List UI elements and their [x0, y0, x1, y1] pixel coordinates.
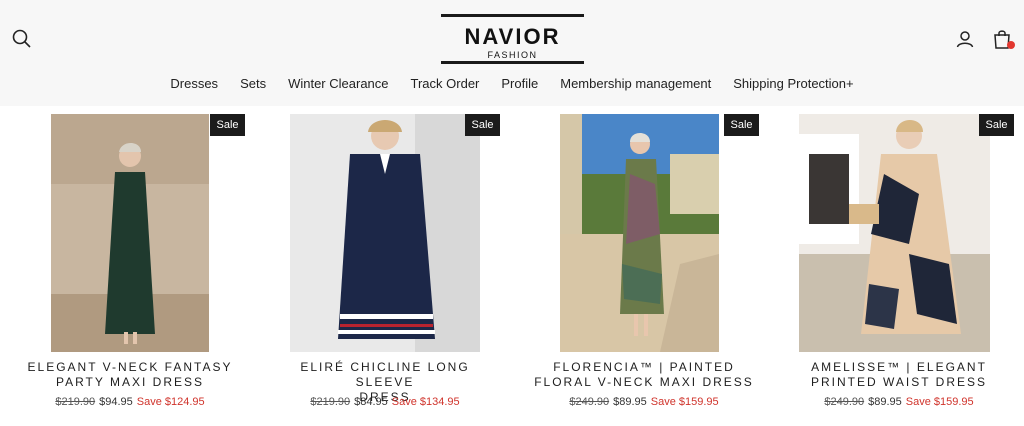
product-title-line-1: AMELISSE™ | ELEGANT [811, 360, 987, 374]
sale-badge: Sale [465, 114, 500, 136]
product-title-line-1: ELEGANT V-NECK FANTASY [27, 360, 233, 374]
user-icon[interactable] [954, 28, 976, 50]
logo-wordmark: NAVIOR [464, 24, 561, 49]
product-image[interactable] [290, 114, 480, 352]
nav-track-order[interactable]: Track Order [411, 76, 480, 94]
product-image[interactable] [51, 114, 209, 352]
savings-text: Save $124.95 [136, 396, 205, 408]
sale-price: $89.95 [868, 396, 902, 408]
original-price: $249.90 [569, 396, 610, 408]
savings-text: Save $159.95 [905, 396, 974, 408]
sale-price: $94.95 [99, 396, 133, 408]
search-icon[interactable] [11, 28, 33, 50]
shopping-bag-icon[interactable] [991, 28, 1015, 50]
product-card[interactable]: Sale AMELISSE™ | ELEGANT PRINTED WAIST D… [784, 114, 1014, 414]
product-title: AMELISSE™ | ELEGANT PRINTED WAIST DRESS [784, 360, 1014, 390]
product-card[interactable]: Sale FLORENCIA™ | PAINTED FLORAL V-NECK … [529, 114, 759, 414]
product-title-line-1: ELIRÉ CHICLINE LONG SLEEVE [300, 360, 470, 389]
nav-membership-management[interactable]: Membership management [560, 76, 711, 94]
savings-text: Save $134.95 [391, 396, 460, 408]
sale-badge: Sale [210, 114, 245, 136]
nav-dresses[interactable]: Dresses [170, 76, 218, 94]
product-title: ELEGANT V-NECK FANTASY PARTY MAXI DRESS [15, 360, 245, 390]
product-title-line-2: PRINTED WAIST DRESS [810, 375, 988, 389]
product-prices: $249.90 $89.95 Save $159.95 [784, 396, 1014, 408]
product-prices: $219.90 $94.95 Save $124.95 [15, 396, 245, 408]
product-image[interactable] [799, 114, 990, 352]
logo-bottom-bar [441, 61, 584, 64]
original-price: $219.90 [310, 396, 351, 408]
sale-price: $84.95 [354, 396, 388, 408]
main-nav: Dresses Sets Winter Clearance Track Orde… [0, 76, 1024, 94]
logo-top-bar [441, 14, 584, 17]
original-price: $219.90 [55, 396, 96, 408]
sale-price: $89.95 [613, 396, 647, 408]
sale-badge: Sale [724, 114, 759, 136]
savings-text: Save $159.95 [650, 396, 719, 408]
product-title-line-1: FLORENCIA™ | PAINTED [553, 360, 735, 374]
nav-winter-clearance[interactable]: Winter Clearance [288, 76, 388, 94]
product-prices: $249.90 $89.95 Save $159.95 [529, 396, 759, 408]
product-prices: $219.90 $84.95 Save $134.95 [270, 396, 500, 408]
logo-tagline: FASHION [487, 50, 538, 60]
product-title-line-2: FLORAL V-NECK MAXI DRESS [534, 375, 754, 389]
site-header: NAVIOR FASHION Dresses Sets Winter Clear… [0, 0, 1024, 106]
nav-shipping-protection[interactable]: Shipping Protection+ [733, 76, 853, 94]
original-price: $249.90 [824, 396, 865, 408]
sale-badge: Sale [979, 114, 1014, 136]
cart-indicator-dot [1007, 41, 1015, 49]
nav-profile[interactable]: Profile [501, 76, 538, 94]
brand-logo[interactable]: NAVIOR FASHION [441, 14, 584, 64]
product-card[interactable]: Sale ELIRÉ CHICLINE LONG SLEEVE DRESS $2… [270, 114, 500, 414]
product-image[interactable] [560, 114, 719, 352]
product-card[interactable]: Sale ELEGANT V-NECK FANTASY PARTY MAXI D… [15, 114, 245, 414]
product-title-line-2: PARTY MAXI DRESS [55, 375, 205, 389]
product-title: FLORENCIA™ | PAINTED FLORAL V-NECK MAXI … [529, 360, 759, 390]
nav-sets[interactable]: Sets [240, 76, 266, 94]
